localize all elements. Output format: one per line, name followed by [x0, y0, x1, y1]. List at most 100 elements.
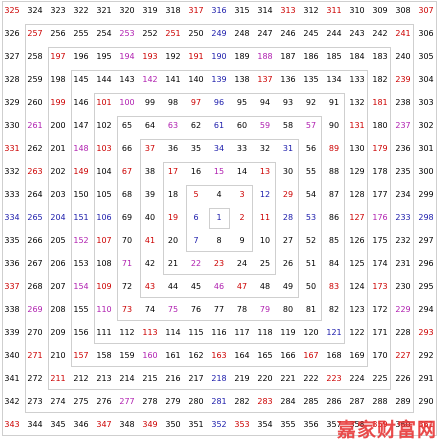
grid-number-cell: 136 — [280, 75, 296, 84]
grid-number-cell: 304 — [418, 75, 434, 84]
grid-number-cell: 148 — [73, 144, 89, 153]
grid-number-cell: 200 — [50, 121, 66, 130]
grid-number-cell: 41 — [144, 236, 156, 245]
grid-number-cell: 258 — [27, 52, 43, 61]
grid-number-cell: 135 — [303, 75, 319, 84]
grid-number-cell: 26 — [282, 259, 294, 268]
grid-number-cell: 311 — [326, 6, 342, 15]
grid-number-cell: 150 — [73, 190, 89, 199]
grid-number-cell: 153 — [73, 259, 89, 268]
grid-number-cell: 104 — [96, 167, 112, 176]
grid-number-cell: 97 — [190, 98, 202, 107]
grid-number-cell: 199 — [50, 98, 66, 107]
grid-number-cell: 317 — [188, 6, 204, 15]
grid-number-cell: 324 — [27, 6, 43, 15]
grid-number-cell: 98 — [167, 98, 179, 107]
grid-number-cell: 167 — [303, 351, 319, 360]
grid-number-cell: 147 — [73, 121, 89, 130]
grid-number-cell: 310 — [349, 6, 365, 15]
grid-number-cell: 188 — [257, 52, 273, 61]
grid-number-cell: 321 — [96, 6, 112, 15]
grid-number-cell: 241 — [395, 29, 411, 38]
grid-number-cell: 65 — [121, 121, 133, 130]
grid-number-cell: 204 — [50, 213, 66, 222]
grid-number-cell: 337 — [4, 282, 20, 291]
grid-number-cell: 210 — [50, 351, 66, 360]
grid-number-cell: 323 — [50, 6, 66, 15]
grid-number-cell: 249 — [211, 29, 227, 38]
grid-number-cell: 16 — [190, 167, 202, 176]
grid-number-cell: 35 — [190, 144, 202, 153]
grid-number-cell: 184 — [349, 52, 365, 61]
grid-number-cell: 228 — [395, 328, 411, 337]
grid-number-cell: 2 — [239, 213, 245, 222]
grid-number-cell: 91 — [328, 98, 340, 107]
grid-number-cell: 12 — [259, 190, 271, 199]
grid-number-cell: 1 — [216, 213, 222, 222]
grid-number-cell: 355 — [280, 420, 296, 429]
grid-number-cell: 82 — [328, 305, 340, 314]
grid-number-cell: 159 — [119, 351, 135, 360]
grid-number-cell: 307 — [418, 6, 434, 15]
grid-number-cell: 334 — [4, 213, 20, 222]
grid-number-cell: 202 — [50, 167, 66, 176]
grid-number-cell: 266 — [27, 236, 43, 245]
grid-number-cell: 309 — [372, 6, 388, 15]
grid-number-cell: 336 — [4, 259, 20, 268]
grid-number-cell: 5 — [193, 190, 199, 199]
grid-number-cell: 71 — [121, 259, 133, 268]
grid-number-cell: 146 — [73, 98, 89, 107]
grid-number-cell: 299 — [418, 190, 434, 199]
grid-number-cell: 93 — [282, 98, 294, 107]
grid-number-cell: 79 — [259, 305, 271, 314]
grid-number-cell: 326 — [4, 29, 20, 38]
grid-number-cell: 343 — [4, 420, 20, 429]
grid-number-cell: 209 — [50, 328, 66, 337]
grid-number-cell: 305 — [418, 52, 434, 61]
grid-number-cell: 80 — [282, 305, 294, 314]
grid-number-cell: 276 — [96, 397, 112, 406]
grid-number-cell: 319 — [142, 6, 158, 15]
grid-number-cell: 145 — [73, 75, 89, 84]
grid-number-cell: 9 — [239, 236, 245, 245]
grid-number-cell: 177 — [372, 190, 388, 199]
grid-number-cell: 111 — [96, 328, 112, 337]
grid-number-cell: 57 — [305, 121, 317, 130]
grid-number-cell: 176 — [372, 213, 388, 222]
grid-number-cell: 220 — [257, 374, 273, 383]
grid-number-cell: 39 — [144, 190, 156, 199]
grid-number-cell: 118 — [257, 328, 273, 337]
grid-number-cell: 221 — [280, 374, 296, 383]
grid-number-cell: 74 — [144, 305, 156, 314]
grid-number-cell: 21 — [167, 259, 179, 268]
grid-number-cell: 288 — [372, 397, 388, 406]
grid-number-cell: 92 — [305, 98, 317, 107]
grid-number-cell: 166 — [280, 351, 296, 360]
grid-number-cell: 102 — [96, 121, 112, 130]
grid-number-cell: 286 — [326, 397, 342, 406]
grid-number-cell: 32 — [259, 144, 271, 153]
grid-number-cell: 320 — [119, 6, 135, 15]
grid-number-cell: 237 — [395, 121, 411, 130]
grid-number-cell: 251 — [165, 29, 181, 38]
grid-number-cell: 225 — [372, 374, 388, 383]
grid-number-cell: 272 — [27, 374, 43, 383]
grid-number-cell: 123 — [349, 305, 365, 314]
grid-number-cell: 236 — [395, 144, 411, 153]
grid-number-cell: 101 — [96, 98, 112, 107]
grid-number-cell: 215 — [142, 374, 158, 383]
grid-number-cell: 260 — [27, 98, 43, 107]
grid-number-cell: 280 — [188, 397, 204, 406]
grid-number-cell: 103 — [96, 144, 112, 153]
grid-number-cell: 270 — [27, 328, 43, 337]
grid-number-cell: 105 — [96, 190, 112, 199]
grid-number-cell: 20 — [167, 236, 179, 245]
grid-number-cell: 88 — [328, 167, 340, 176]
grid-number-cell: 262 — [27, 144, 43, 153]
grid-number-cell: 325 — [4, 6, 20, 15]
grid-number-cell: 285 — [303, 397, 319, 406]
grid-number-cell: 124 — [349, 282, 365, 291]
grid-number-cell: 96 — [213, 98, 225, 107]
grid-number-cell: 38 — [144, 167, 156, 176]
grid-number-cell: 344 — [27, 420, 43, 429]
